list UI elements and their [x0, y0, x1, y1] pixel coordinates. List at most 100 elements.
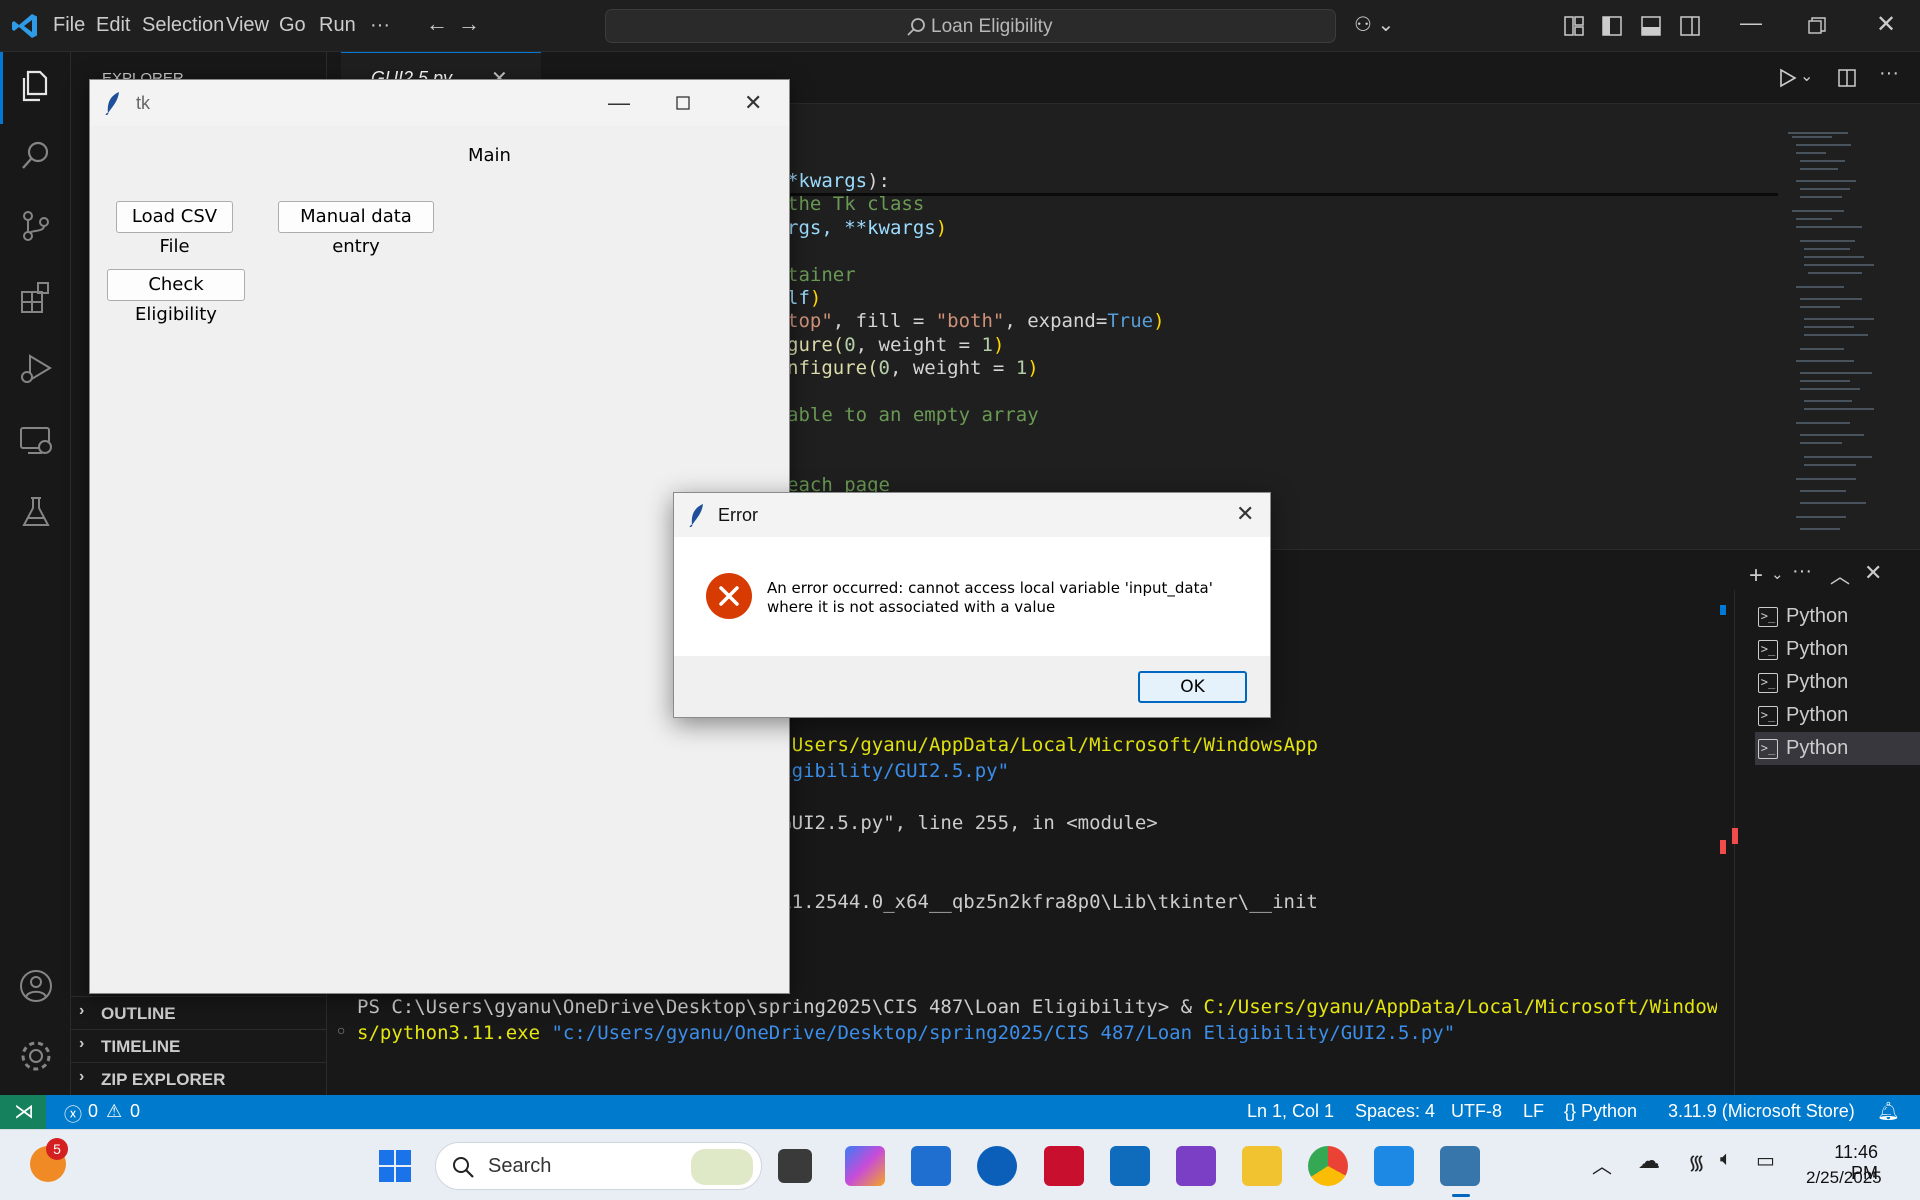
run-dropdown-chevron-icon[interactable]: ⌄ — [1800, 66, 1813, 86]
python-interpreter[interactable]: 3.11.9 (Microsoft Store) — [1668, 1101, 1855, 1122]
minimap[interactable] — [1782, 130, 1902, 540]
tk-maximize-icon[interactable] — [676, 96, 690, 110]
toggle-panel-icon[interactable] — [1640, 15, 1662, 37]
run-and-debug-icon[interactable] — [18, 350, 54, 386]
error-message-line-1: An error occurred: cannot access local v… — [767, 579, 1213, 597]
close-icon[interactable]: ✕ — [1876, 10, 1896, 39]
forward-arrow-icon[interactable]: → — [458, 11, 480, 37]
editor-more-actions-icon[interactable]: ··· — [1879, 62, 1899, 85]
taskbar-search-box[interactable]: Search — [435, 1142, 762, 1190]
terminal-line: s/python3.11.exe "c:/Users/gyanu/OneDriv… — [357, 1022, 1455, 1044]
taskbar-date[interactable]: 2/25/2025 — [1806, 1168, 1882, 1188]
remote-explorer-icon[interactable] — [18, 422, 54, 458]
error-dialog-close-icon[interactable]: ✕ — [1236, 501, 1254, 527]
menu-selection[interactable]: Selection — [142, 14, 224, 37]
error-dialog-footer: OK — [674, 656, 1270, 717]
dell-app-icon[interactable] — [977, 1146, 1017, 1186]
split-editor-icon[interactable] — [1837, 68, 1857, 88]
menu-file[interactable]: File — [53, 14, 85, 37]
toggle-primary-sidebar-icon[interactable] — [1601, 15, 1623, 37]
python-taskbar-icon[interactable] — [1440, 1146, 1480, 1186]
extensions-icon[interactable] — [18, 280, 54, 316]
restore-icon[interactable] — [1808, 17, 1826, 35]
show-hidden-icons-chevron-icon[interactable]: ︿ — [1592, 1150, 1612, 1179]
manual-data-entry-button[interactable]: Manual data entry — [278, 201, 434, 257]
terminal-session-item[interactable]: >_ Python — [1755, 600, 1920, 633]
outlook-icon[interactable] — [1110, 1146, 1150, 1186]
battery-icon[interactable]: ▭ — [1756, 1148, 1775, 1173]
command-center-search[interactable]: Loan Eligibility — [605, 9, 1336, 43]
menu-view[interactable]: View — [226, 14, 269, 37]
sidebar-section-timeline[interactable]: › TIMELINE — [71, 1029, 327, 1061]
sidebar-section-outline[interactable]: › OUTLINE — [71, 996, 327, 1028]
code-token: ) — [992, 333, 1005, 356]
run-python-file-icon[interactable] — [1777, 68, 1797, 88]
code-line: gure(0, weight = 1) — [787, 334, 1004, 356]
source-control-icon[interactable] — [18, 208, 54, 244]
error-dialog: Error ✕ An error occurred: cannot access… — [673, 492, 1271, 718]
manage-gear-icon[interactable] — [18, 1038, 54, 1074]
onedrive-cloud-icon[interactable]: ☁︎ — [1638, 1148, 1660, 1174]
copilot-app-icon[interactable] — [845, 1146, 885, 1186]
accounts-icon[interactable] — [18, 968, 54, 1004]
windows-start-icon[interactable] — [378, 1149, 412, 1183]
menu-go[interactable]: Go — [279, 14, 306, 37]
back-arrow-icon[interactable]: ← — [426, 11, 448, 37]
sidebar-section-zip-explorer[interactable]: › ZIP EXPLORER — [71, 1062, 327, 1094]
new-terminal-icon[interactable]: + — [1749, 562, 1763, 590]
load-csv-button[interactable]: Load CSV File — [116, 201, 233, 257]
visual-studio-icon[interactable] — [1176, 1146, 1216, 1186]
maximize-panel-chevron-up-icon[interactable]: ︿ — [1830, 560, 1850, 589]
menu-run[interactable]: Run — [319, 14, 356, 37]
indentation[interactable]: Spaces: 4 — [1355, 1101, 1435, 1122]
task-view-icon[interactable] — [778, 1149, 812, 1183]
check-eligibility-button[interactable]: Check Eligibility — [107, 269, 245, 325]
end-of-line[interactable]: LF — [1523, 1101, 1544, 1122]
remote-indicator[interactable]: ⋊ — [0, 1095, 46, 1129]
volume-icon[interactable]: 🔈︎ — [1720, 1148, 1732, 1171]
customize-layout-icon[interactable] — [1563, 15, 1585, 37]
tk-minimize-icon[interactable]: — — [608, 90, 630, 116]
microsoft-store-icon[interactable] — [911, 1146, 951, 1186]
error-dialog-titlebar[interactable]: Error ✕ — [674, 493, 1270, 537]
notifications-bell-icon[interactable]: 🔔︎ — [1877, 1101, 1900, 1122]
warning-count[interactable]: 0 — [130, 1101, 140, 1122]
toggle-secondary-sidebar-icon[interactable] — [1679, 15, 1701, 37]
menu-more[interactable]: ··· — [370, 14, 390, 37]
chrome-icon[interactable] — [1308, 1146, 1348, 1186]
encoding[interactable]: UTF-8 — [1451, 1101, 1502, 1122]
terminal-session-item[interactable]: >_ Python — [1755, 732, 1920, 765]
widget-notification-badge: 5 — [46, 1138, 68, 1160]
tk-titlebar[interactable]: tk — ✕ — [90, 80, 789, 126]
error-circle-icon[interactable]: ⓧ — [64, 1101, 82, 1127]
panel-more-actions-icon[interactable]: ··· — [1792, 560, 1812, 583]
terminal-text: "c:/Users/gyanu/OneDrive/Desktop/spring2… — [551, 1021, 1456, 1044]
cursor-position[interactable]: Ln 1, Col 1 — [1247, 1101, 1334, 1122]
language-mode[interactable]: {} Python — [1564, 1101, 1637, 1122]
active-indicator — [0, 52, 3, 124]
code-token: , expand= — [1004, 310, 1108, 333]
code-line: *kwargs): — [787, 170, 890, 192]
file-explorer-icon[interactable] — [1242, 1146, 1282, 1186]
ok-button[interactable]: OK — [1138, 671, 1247, 703]
copilot-icon[interactable]: ⚇ ⌄ — [1354, 12, 1394, 37]
minimize-icon[interactable]: — — [1740, 10, 1762, 36]
menu-edit[interactable]: Edit — [96, 14, 130, 37]
close-panel-icon[interactable]: ✕ — [1864, 560, 1882, 586]
terminal-dropdown-chevron-icon[interactable]: ⌄ — [1771, 565, 1784, 583]
terminal-session-item[interactable]: >_ Python — [1755, 699, 1920, 732]
explorer-icon[interactable] — [18, 68, 54, 104]
wifi-icon[interactable]: ᯾ — [1688, 1148, 1705, 1175]
vscode-taskbar-icon[interactable] — [1374, 1146, 1414, 1186]
search-icon[interactable] — [18, 138, 54, 174]
terminal-session-item[interactable]: >_ Python — [1755, 633, 1920, 666]
code-token: ): — [867, 170, 890, 192]
terminal-session-item[interactable]: >_ Python — [1755, 666, 1920, 699]
testing-icon[interactable] — [18, 494, 54, 530]
error-count[interactable]: 0 — [88, 1101, 98, 1122]
mcafee-icon[interactable] — [1044, 1146, 1084, 1186]
error-x-circle-icon — [706, 573, 752, 619]
warning-icon[interactable]: ⚠ — [106, 1101, 122, 1122]
terminal-text: PS C:\Users\gyanu\OneDrive\Desktop\sprin… — [357, 995, 1204, 1018]
tk-close-icon[interactable]: ✕ — [744, 90, 762, 116]
